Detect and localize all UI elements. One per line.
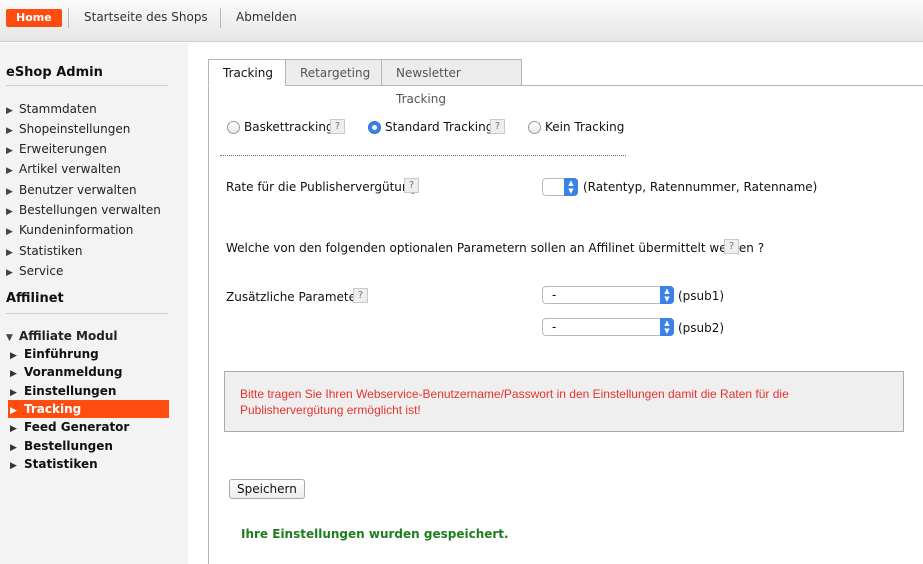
sidebar-subitem-voranmeldung[interactable]: ▶ Voranmeldung — [10, 363, 122, 381]
sidebar-item-benutzer-verwalten[interactable]: ▶ Benutzer verwalten — [6, 181, 137, 199]
sidebar-item-label: Artikel verwalten — [19, 162, 121, 176]
chevron-right-icon: ▶ — [10, 424, 17, 434]
baskettracking-label: Baskettracking — [244, 120, 334, 134]
rate-label: Rate für die Publishervergütung — [226, 180, 418, 194]
sidebar-item-label: Einführung — [24, 347, 99, 361]
top-separator — [68, 8, 69, 28]
standard-tracking-label: Standard Tracking — [385, 120, 494, 134]
error-message: Bitte tragen Sie Ihren Webservice-Benutz… — [240, 387, 789, 417]
select-arrows-icon: ▲ ▼ — [660, 318, 674, 336]
sidebar-subitem-bestellungen[interactable]: ▶ Bestellungen — [10, 437, 113, 455]
chevron-right-icon: ▶ — [6, 187, 13, 197]
top-bar: Home Startseite des Shops Abmelden — [0, 0, 923, 42]
sidebar-item-label: Stammdaten — [19, 102, 97, 116]
sidebar-item-label: Statistiken — [19, 244, 83, 258]
sidebar-item-service[interactable]: ▶ Service — [6, 262, 63, 280]
help-icon[interactable]: ? — [330, 119, 345, 134]
save-button[interactable]: Speichern — [229, 479, 305, 499]
sidebar-item-label: Affiliate Modul — [19, 329, 118, 343]
sidebar-item-stammdaten[interactable]: ▶ Stammdaten — [6, 100, 97, 118]
kein-tracking-label: Kein Tracking — [545, 120, 625, 134]
tab-newsletter-tracking[interactable]: Newsletter Tracking — [381, 59, 522, 106]
psub2-select[interactable]: - ▲ ▼ — [542, 318, 674, 336]
sidebar-item-label: Einstellungen — [24, 384, 117, 398]
psub2-select-value: - — [552, 320, 557, 334]
sidebar-item-bestellungen-verwalten[interactable]: ▶ Bestellungen verwalten — [6, 201, 161, 219]
success-message: Ihre Einstellungen wurden gespeichert. — [241, 527, 509, 541]
chevron-right-icon: ▶ — [10, 369, 17, 379]
baskettracking-radio[interactable] — [227, 121, 240, 134]
sidebar-item-label: Feed Generator — [24, 420, 130, 434]
rate-select[interactable]: ▲ ▼ — [542, 178, 578, 196]
psub1-select-value: - — [552, 288, 557, 302]
chevron-right-icon: ▶ — [6, 268, 13, 278]
sidebar-item-label: Service — [19, 264, 64, 278]
sidebar-item-label: Tracking — [24, 402, 82, 416]
help-icon[interactable]: ? — [490, 119, 505, 134]
content-border — [208, 85, 209, 564]
sidebar-item-label: Shopeinstellungen — [19, 122, 131, 136]
sidebar-item-statistiken[interactable]: ▶ Statistiken — [6, 242, 83, 260]
error-box: Bitte tragen Sie Ihren Webservice-Benutz… — [224, 371, 904, 432]
section-divider — [220, 155, 626, 156]
kein-tracking-radio[interactable] — [528, 121, 541, 134]
sidebar-item-kundeninformation[interactable]: ▶ Kundeninformation — [6, 221, 133, 239]
sidebar-subitem-feed-generator[interactable]: ▶ Feed Generator — [10, 418, 129, 436]
chevron-right-icon: ▶ — [6, 126, 13, 136]
select-arrows-icon: ▲ ▼ — [564, 178, 578, 196]
sidebar-divider — [6, 85, 168, 86]
sidebar-divider — [6, 313, 168, 314]
tab-retargeting[interactable]: Retargeting — [285, 59, 382, 86]
sidebar-item-label: Voranmeldung — [24, 365, 123, 379]
top-separator — [220, 8, 221, 28]
psub1-label: (psub1) — [678, 289, 725, 303]
sidebar-title-eshop-admin: eShop Admin — [6, 65, 103, 80]
psub1-select[interactable]: - ▲ ▼ — [542, 286, 674, 304]
sidebar-item-label: Benutzer verwalten — [19, 183, 137, 197]
chevron-right-icon: ▶ — [6, 166, 13, 176]
help-icon[interactable]: ? — [353, 288, 368, 303]
sidebar-subitem-statistiken[interactable]: ▶ Statistiken — [10, 455, 98, 473]
chevron-right-icon: ▶ — [6, 248, 13, 258]
sidebar-subitem-einfuehrung[interactable]: ▶ Einführung — [10, 345, 99, 363]
sidebar-item-erweiterungen[interactable]: ▶ Erweiterungen — [6, 140, 107, 158]
sidebar-item-label: Statistiken — [24, 457, 98, 471]
sidebar-item-artikel-verwalten[interactable]: ▶ Artikel verwalten — [6, 160, 121, 178]
rate-hint: (Ratentyp, Ratennummer, Ratenname) — [583, 180, 818, 194]
sidebar-item-label: Bestellungen — [24, 439, 113, 453]
sidebar-title-affilinet: Affilinet — [6, 291, 64, 306]
chevron-right-icon: ▶ — [10, 461, 17, 471]
sidebar-subitem-tracking[interactable]: ▶ Tracking — [8, 400, 169, 418]
tab-divider — [208, 85, 923, 86]
chevron-right-icon: ▶ — [6, 207, 13, 217]
chevron-right-icon: ▶ — [6, 106, 13, 116]
params-question: Welche von den folgenden optionalen Para… — [226, 241, 765, 255]
help-icon[interactable]: ? — [724, 239, 739, 254]
chevron-right-icon: ▶ — [6, 227, 13, 237]
extra-params-label: Zusätzliche Parameter — [226, 290, 361, 304]
select-arrows-icon: ▲ ▼ — [660, 286, 674, 304]
chevron-right-icon: ▶ — [6, 146, 13, 156]
sidebar-item-shopeinstellungen[interactable]: ▶ Shopeinstellungen — [6, 120, 130, 138]
sidebar-item-label: Bestellungen verwalten — [19, 203, 161, 217]
logout-link[interactable]: Abmelden — [236, 10, 297, 24]
sidebar: eShop Admin ▶ Stammdaten ▶ Shopeinstellung… — [0, 43, 188, 564]
psub2-label: (psub2) — [678, 321, 725, 335]
sidebar-item-label: Erweiterungen — [19, 142, 107, 156]
help-icon[interactable]: ? — [404, 178, 419, 193]
sidebar-item-label: Kundeninformation — [19, 223, 134, 237]
sidebar-item-affiliate-modul[interactable]: ▼ Affiliate Modul — [6, 327, 117, 345]
tab-tracking[interactable]: Tracking — [208, 59, 286, 86]
standard-tracking-radio[interactable] — [368, 121, 381, 134]
home-button[interactable]: Home — [6, 9, 62, 27]
shop-homepage-link[interactable]: Startseite des Shops — [84, 10, 208, 24]
sidebar-subitem-einstellungen[interactable]: ▶ Einstellungen — [10, 382, 116, 400]
